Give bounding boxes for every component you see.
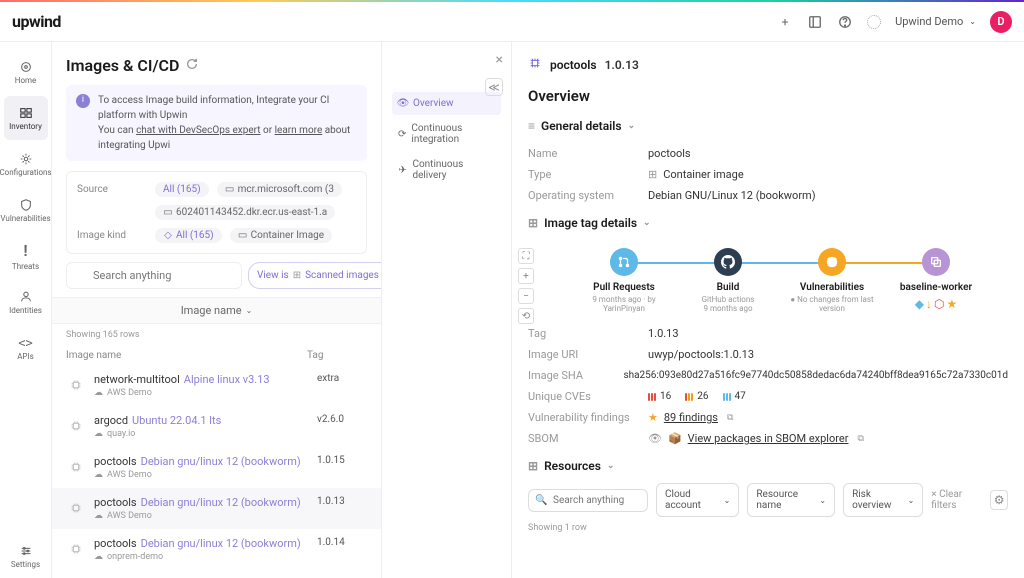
- timeline-minus-icon[interactable]: −: [518, 288, 534, 304]
- filter-all-pill[interactable]: All (165): [155, 182, 209, 197]
- timeline-vuln[interactable]: Vulnerabilities ● No changes from last v…: [780, 248, 884, 313]
- tag-details-toggle[interactable]: ⊞Image tag details⌄: [528, 216, 1008, 230]
- general-details-toggle[interactable]: ≡General details⌄: [528, 119, 1008, 133]
- external-icon: ⧉: [727, 413, 733, 423]
- timeline-plus-icon[interactable]: +: [518, 268, 534, 284]
- filter-source-2[interactable]: ▭602401143452.dkr.ecr.us-east-1.a: [155, 205, 335, 220]
- image-icon: [66, 457, 86, 477]
- refresh-icon[interactable]: [185, 57, 199, 74]
- image-icon: [66, 375, 86, 395]
- timeline-pr[interactable]: Pull Requests 9 months ago · by YarinPin…: [572, 248, 676, 313]
- image-icon: [66, 498, 86, 518]
- nav-ci[interactable]: ⟳Continuous integration: [392, 117, 501, 151]
- info-banner: i To access Image build information, Int…: [66, 85, 367, 161]
- detail-name: poctools: [550, 58, 597, 72]
- collapse-icon[interactable]: ≪: [485, 78, 503, 96]
- sidebar-item-home[interactable]: Home: [4, 50, 48, 94]
- table-row[interactable]: poctoolsDebian gnu/linux 12 (bookworm)☁ …: [52, 570, 381, 578]
- table-row[interactable]: poctoolsDebian gnu/linux 12 (bookworm)☁ …: [52, 488, 381, 529]
- res-rows-count: Showing 1 row: [528, 517, 1008, 539]
- learn-more-link[interactable]: learn more: [275, 125, 323, 136]
- help-icon[interactable]: [837, 14, 853, 30]
- search-input[interactable]: [66, 262, 242, 289]
- sidebar-item-inventory[interactable]: Inventory: [4, 96, 48, 140]
- options-icon[interactable]: ⚙: [990, 490, 1008, 510]
- table-row[interactable]: network-multitoolAlpine linux v3.13☁ AWS…: [52, 365, 381, 406]
- page-title: Images & CI/CD: [66, 56, 179, 75]
- sidebar-item-apis[interactable]: <>APIs: [4, 326, 48, 370]
- sort-dropdown[interactable]: Image name ⌄: [52, 297, 381, 324]
- status-indicator: [867, 15, 881, 29]
- table-row[interactable]: poctoolsDebian gnu/linux 12 (bookworm)☁ …: [52, 529, 381, 570]
- nav-overview[interactable]: 👁Overview: [392, 92, 501, 115]
- image-icon: [66, 539, 86, 559]
- external-icon: ⧉: [857, 434, 863, 444]
- col-tag: Tag: [307, 350, 367, 361]
- image-icon: [66, 416, 86, 436]
- sidebar-item-settings[interactable]: Settings: [4, 534, 48, 578]
- col-name: Image name: [66, 350, 307, 361]
- view-chip[interactable]: View is ⊞ Scanned images×⌄: [248, 262, 382, 289]
- sidebar-item-identities[interactable]: Identities: [4, 280, 48, 324]
- sbom-link[interactable]: View packages in SBOM explorer: [688, 432, 849, 445]
- timeline-reset-icon[interactable]: ⟲: [518, 308, 534, 324]
- detail-version: 1.0.13: [605, 58, 639, 72]
- search-icon: 🔍: [535, 495, 547, 506]
- timeline-baseline[interactable]: baseline-worker ◆↓⬡★: [884, 248, 988, 311]
- user-menu[interactable]: Upwind Demo ⌄: [895, 15, 976, 28]
- close-icon[interactable]: ×: [496, 52, 503, 68]
- filter-source-label: Source: [77, 184, 147, 195]
- table-row[interactable]: poctoolsDebian gnu/linux 12 (bookworm)☁ …: [52, 447, 381, 488]
- image-icon: [528, 56, 542, 73]
- timeline-build[interactable]: Build GitHub actions 9 months ago: [676, 248, 780, 313]
- table-row[interactable]: argocdUbuntu 22.04.1 lts☁ quay.iov2.6.0: [52, 406, 381, 447]
- rows-count: Showing 165 rows: [52, 324, 381, 346]
- filter-source-1[interactable]: ▭mcr.microsoft.com (3: [217, 182, 342, 197]
- resources-toggle[interactable]: ⊞Resources⌄: [528, 459, 1008, 473]
- panel-icon[interactable]: [807, 14, 823, 30]
- filter-kind-all[interactable]: ◇All (165): [155, 228, 222, 243]
- nav-cd[interactable]: ✈Continuous delivery: [392, 153, 501, 187]
- resource-name-dropdown[interactable]: Resource name⌄: [747, 483, 835, 517]
- cloud-account-dropdown[interactable]: Cloud account⌄: [656, 483, 739, 517]
- clear-filters[interactable]: × Clear filters: [931, 489, 982, 511]
- sidebar-item-vulns[interactable]: Vulnerabilities: [4, 188, 48, 232]
- findings-link[interactable]: 89 findings: [664, 411, 718, 424]
- brand-logo: upwind: [12, 12, 61, 31]
- avatar[interactable]: D: [990, 11, 1012, 33]
- timeline-expand-icon[interactable]: ⛶: [518, 248, 534, 264]
- filter-kind-1[interactable]: ▭Container Image: [230, 228, 332, 243]
- overview-heading: Overview: [528, 87, 1008, 105]
- sidebar-item-configs[interactable]: Configurations: [4, 142, 48, 186]
- sidebar-item-threats[interactable]: !Threats: [4, 234, 48, 278]
- chat-link[interactable]: chat with DevSecOps expert: [136, 125, 260, 136]
- risk-overview-dropdown[interactable]: Risk overview⌄: [843, 483, 923, 517]
- filter-kind-label: Image kind: [77, 230, 147, 241]
- info-icon: i: [76, 94, 90, 108]
- add-icon[interactable]: +: [777, 14, 793, 30]
